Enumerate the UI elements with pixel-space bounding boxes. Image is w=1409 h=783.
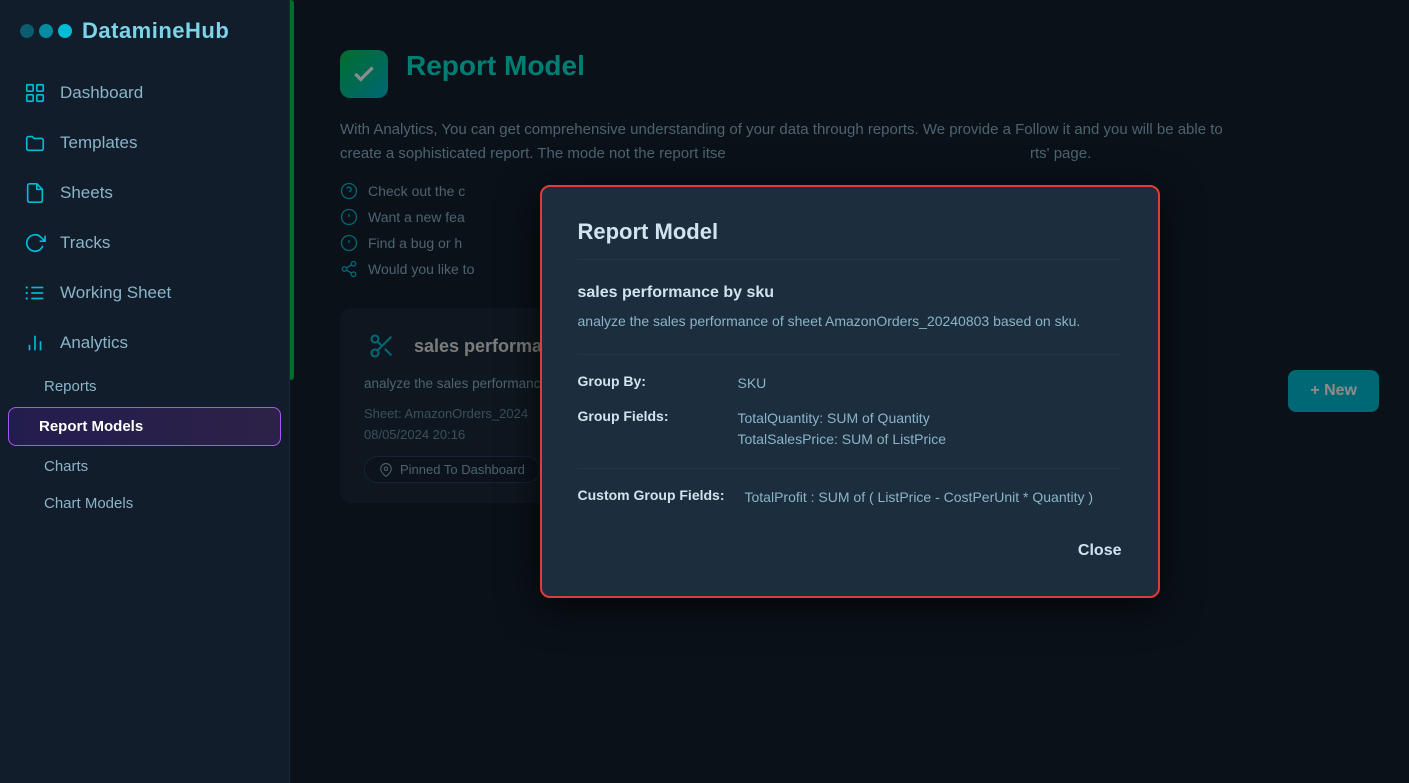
sidebar-item-report-models[interactable]: Report Models xyxy=(8,407,281,446)
modal-description: analyze the sales performance of sheet A… xyxy=(578,310,1122,332)
sidebar-subnav-charts-label: Charts xyxy=(44,458,88,475)
sidebar-item-tracks[interactable]: Tracks xyxy=(0,218,289,268)
bar-chart-icon xyxy=(24,332,46,354)
group-field-2: TotalSalesPrice: SUM of ListPrice xyxy=(738,429,1122,450)
sidebar-item-templates[interactable]: Templates xyxy=(0,118,289,168)
logo-area: DatamineHub xyxy=(0,18,289,68)
file-icon xyxy=(24,182,46,204)
refresh-icon xyxy=(24,232,46,254)
modal-group-by-label: Group By: xyxy=(578,373,718,394)
sidebar-label-working-sheet: Working Sheet xyxy=(60,283,171,303)
modal-dialog: Report Model sales performance by sku an… xyxy=(540,185,1160,598)
modal-overlay[interactable]: Report Model sales performance by sku an… xyxy=(290,0,1409,783)
sidebar-label-analytics: Analytics xyxy=(60,333,128,353)
logo-dot-1 xyxy=(20,24,34,38)
sidebar-item-sheets[interactable]: Sheets xyxy=(0,168,289,218)
modal-divider-2 xyxy=(578,468,1122,469)
folder-icon xyxy=(24,132,46,154)
logo-dot-2 xyxy=(39,24,53,38)
sidebar-label-templates: Templates xyxy=(60,133,137,153)
modal-custom-group-value: TotalProfit : SUM of ( ListPrice - CostP… xyxy=(745,487,1122,508)
logo-dot-3 xyxy=(58,24,72,38)
sidebar-item-dashboard[interactable]: Dashboard xyxy=(0,68,289,118)
group-field-1: TotalQuantity: SUM of Quantity xyxy=(738,408,1122,429)
app-name: DatamineHub xyxy=(82,18,229,44)
modal-title: Report Model xyxy=(578,219,1122,260)
sidebar-subnav-report-models-label: Report Models xyxy=(39,418,143,435)
sidebar-label-sheets: Sheets xyxy=(60,183,113,203)
modal-group-fields-label: Group Fields: xyxy=(578,408,718,450)
sidebar-label-dashboard: Dashboard xyxy=(60,83,143,103)
sidebar-item-reports[interactable]: Reports xyxy=(0,368,289,405)
modal-subtitle: sales performance by sku xyxy=(578,284,1122,302)
modal-group-by-value: SKU xyxy=(738,373,1122,394)
modal-custom-group-label: Custom Group Fields: xyxy=(578,487,725,508)
modal-group-fields-row: Group Fields: TotalQuantity: SUM of Quan… xyxy=(578,408,1122,450)
modal-custom-group-row: Custom Group Fields: TotalProfit : SUM o… xyxy=(578,487,1122,508)
sidebar-item-working-sheet[interactable]: Working Sheet xyxy=(0,268,289,318)
modal-divider-1 xyxy=(578,354,1122,355)
modal-close-button[interactable]: Close xyxy=(1078,538,1122,564)
sidebar-item-chart-models[interactable]: Chart Models xyxy=(0,485,289,522)
logo-dots xyxy=(20,24,72,38)
sidebar-subnav-chart-models-label: Chart Models xyxy=(44,495,133,512)
modal-group-by-row: Group By: SKU xyxy=(578,373,1122,394)
sidebar-label-tracks: Tracks xyxy=(60,233,110,253)
modal-group-fields-values: TotalQuantity: SUM of Quantity TotalSale… xyxy=(738,408,1122,450)
sidebar-item-charts[interactable]: Charts xyxy=(0,448,289,485)
grid-icon xyxy=(24,82,46,104)
sidebar: DatamineHub Dashboard Templates Sheets T… xyxy=(0,0,290,783)
main-content: Report Model With Analytics, You can get… xyxy=(290,0,1409,783)
sidebar-item-analytics[interactable]: Analytics xyxy=(0,318,289,368)
sidebar-subnav-reports-label: Reports xyxy=(44,378,97,395)
list-icon xyxy=(24,282,46,304)
